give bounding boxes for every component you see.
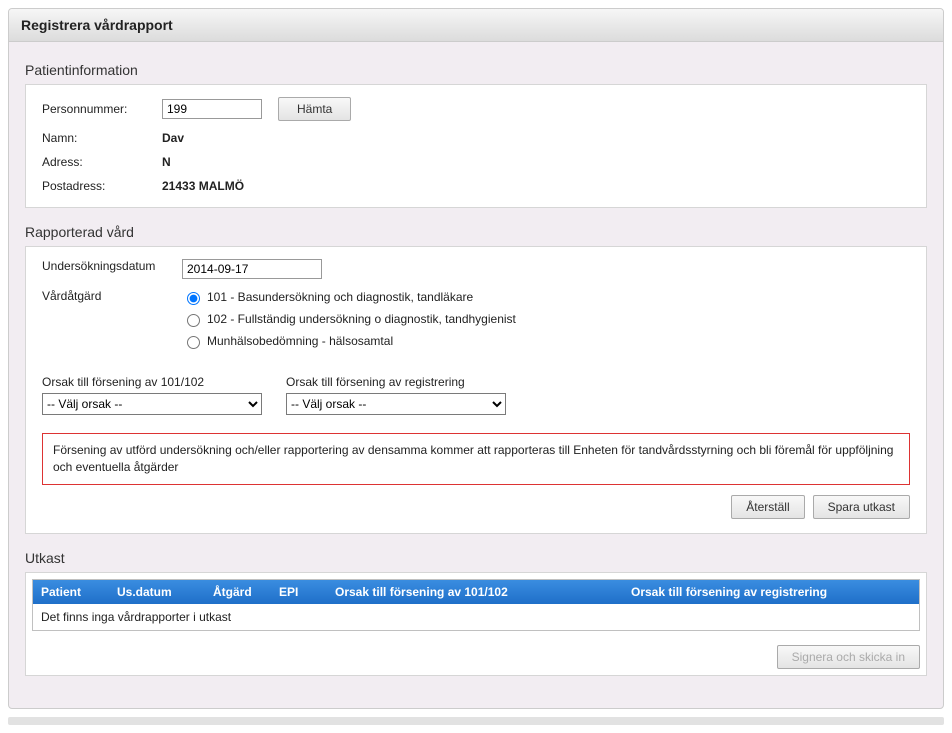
label-datum: Undersökningsdatum: [42, 259, 182, 273]
label-adress: Adress:: [42, 155, 162, 169]
value-adress: N: [162, 155, 910, 169]
label-orsak-101102: Orsak till försening av 101/102: [42, 375, 262, 389]
footer-bar: [8, 717, 944, 725]
section-title-patient: Patientinformation: [25, 62, 927, 78]
value-namn: Dav: [162, 131, 910, 145]
datum-input[interactable]: [182, 259, 322, 279]
select-orsak-101102[interactable]: -- Välj orsak --: [42, 393, 262, 415]
utkast-empty-row: Det finns inga vårdrapporter i utkast: [33, 604, 919, 630]
select-orsak-reg[interactable]: -- Välj orsak --: [286, 393, 506, 415]
radio-item-101[interactable]: 101 - Basundersökning och diagnostik, ta…: [182, 289, 516, 305]
radio-label-102: 102 - Fullständig undersökning o diagnos…: [207, 312, 516, 326]
warning-box: Försening av utförd undersökning och/ell…: [42, 433, 910, 485]
label-postadress: Postadress:: [42, 179, 162, 193]
utkast-header-row: Patient Us.datum Åtgärd EPI Orsak till f…: [33, 580, 919, 604]
page-title: Registrera vårdrapport: [9, 9, 943, 42]
utkast-table: Patient Us.datum Åtgärd EPI Orsak till f…: [32, 579, 920, 631]
th-usdatum: Us.datum: [117, 585, 197, 599]
section-title-utkast: Utkast: [25, 550, 927, 566]
label-orsak-reg: Orsak till försening av registrering: [286, 375, 506, 389]
th-epi: EPI: [279, 585, 319, 599]
section-title-rapport: Rapporterad vård: [25, 224, 927, 240]
radio-label-101: 101 - Basundersökning och diagnostik, ta…: [207, 290, 473, 304]
th-atgard: Åtgärd: [213, 585, 263, 599]
th-orsak1: Orsak till försening av 101/102: [335, 585, 615, 599]
hamta-button[interactable]: Hämta: [278, 97, 351, 121]
radio-101[interactable]: [187, 292, 200, 305]
radio-mun[interactable]: [187, 336, 200, 349]
patient-box: Personnummer: Hämta Namn: Dav Adress: N …: [25, 84, 927, 208]
radio-item-mun[interactable]: Munhälsobedömning - hälsosamtal: [182, 333, 516, 349]
th-patient: Patient: [41, 585, 101, 599]
rapport-box: Undersökningsdatum Vårdåtgärd 101 - Basu…: [25, 246, 927, 534]
label-personnummer: Personnummer:: [42, 102, 162, 116]
spara-utkast-button[interactable]: Spara utkast: [813, 495, 910, 519]
signera-button[interactable]: Signera och skicka in: [777, 645, 920, 669]
radio-102[interactable]: [187, 314, 200, 327]
personnummer-input[interactable]: [162, 99, 262, 119]
utkast-box: Patient Us.datum Åtgärd EPI Orsak till f…: [25, 572, 927, 676]
radio-label-mun: Munhälsobedömning - hälsosamtal: [207, 334, 393, 348]
atgard-radio-group: 101 - Basundersökning och diagnostik, ta…: [182, 289, 516, 349]
th-orsak2: Orsak till försening av registrering: [631, 585, 895, 599]
label-atgard: Vårdåtgärd: [42, 289, 182, 303]
radio-item-102[interactable]: 102 - Fullständig undersökning o diagnos…: [182, 311, 516, 327]
value-postadress: 21433 MALMÖ: [162, 179, 910, 193]
label-namn: Namn:: [42, 131, 162, 145]
aterstall-button[interactable]: Återställ: [731, 495, 804, 519]
